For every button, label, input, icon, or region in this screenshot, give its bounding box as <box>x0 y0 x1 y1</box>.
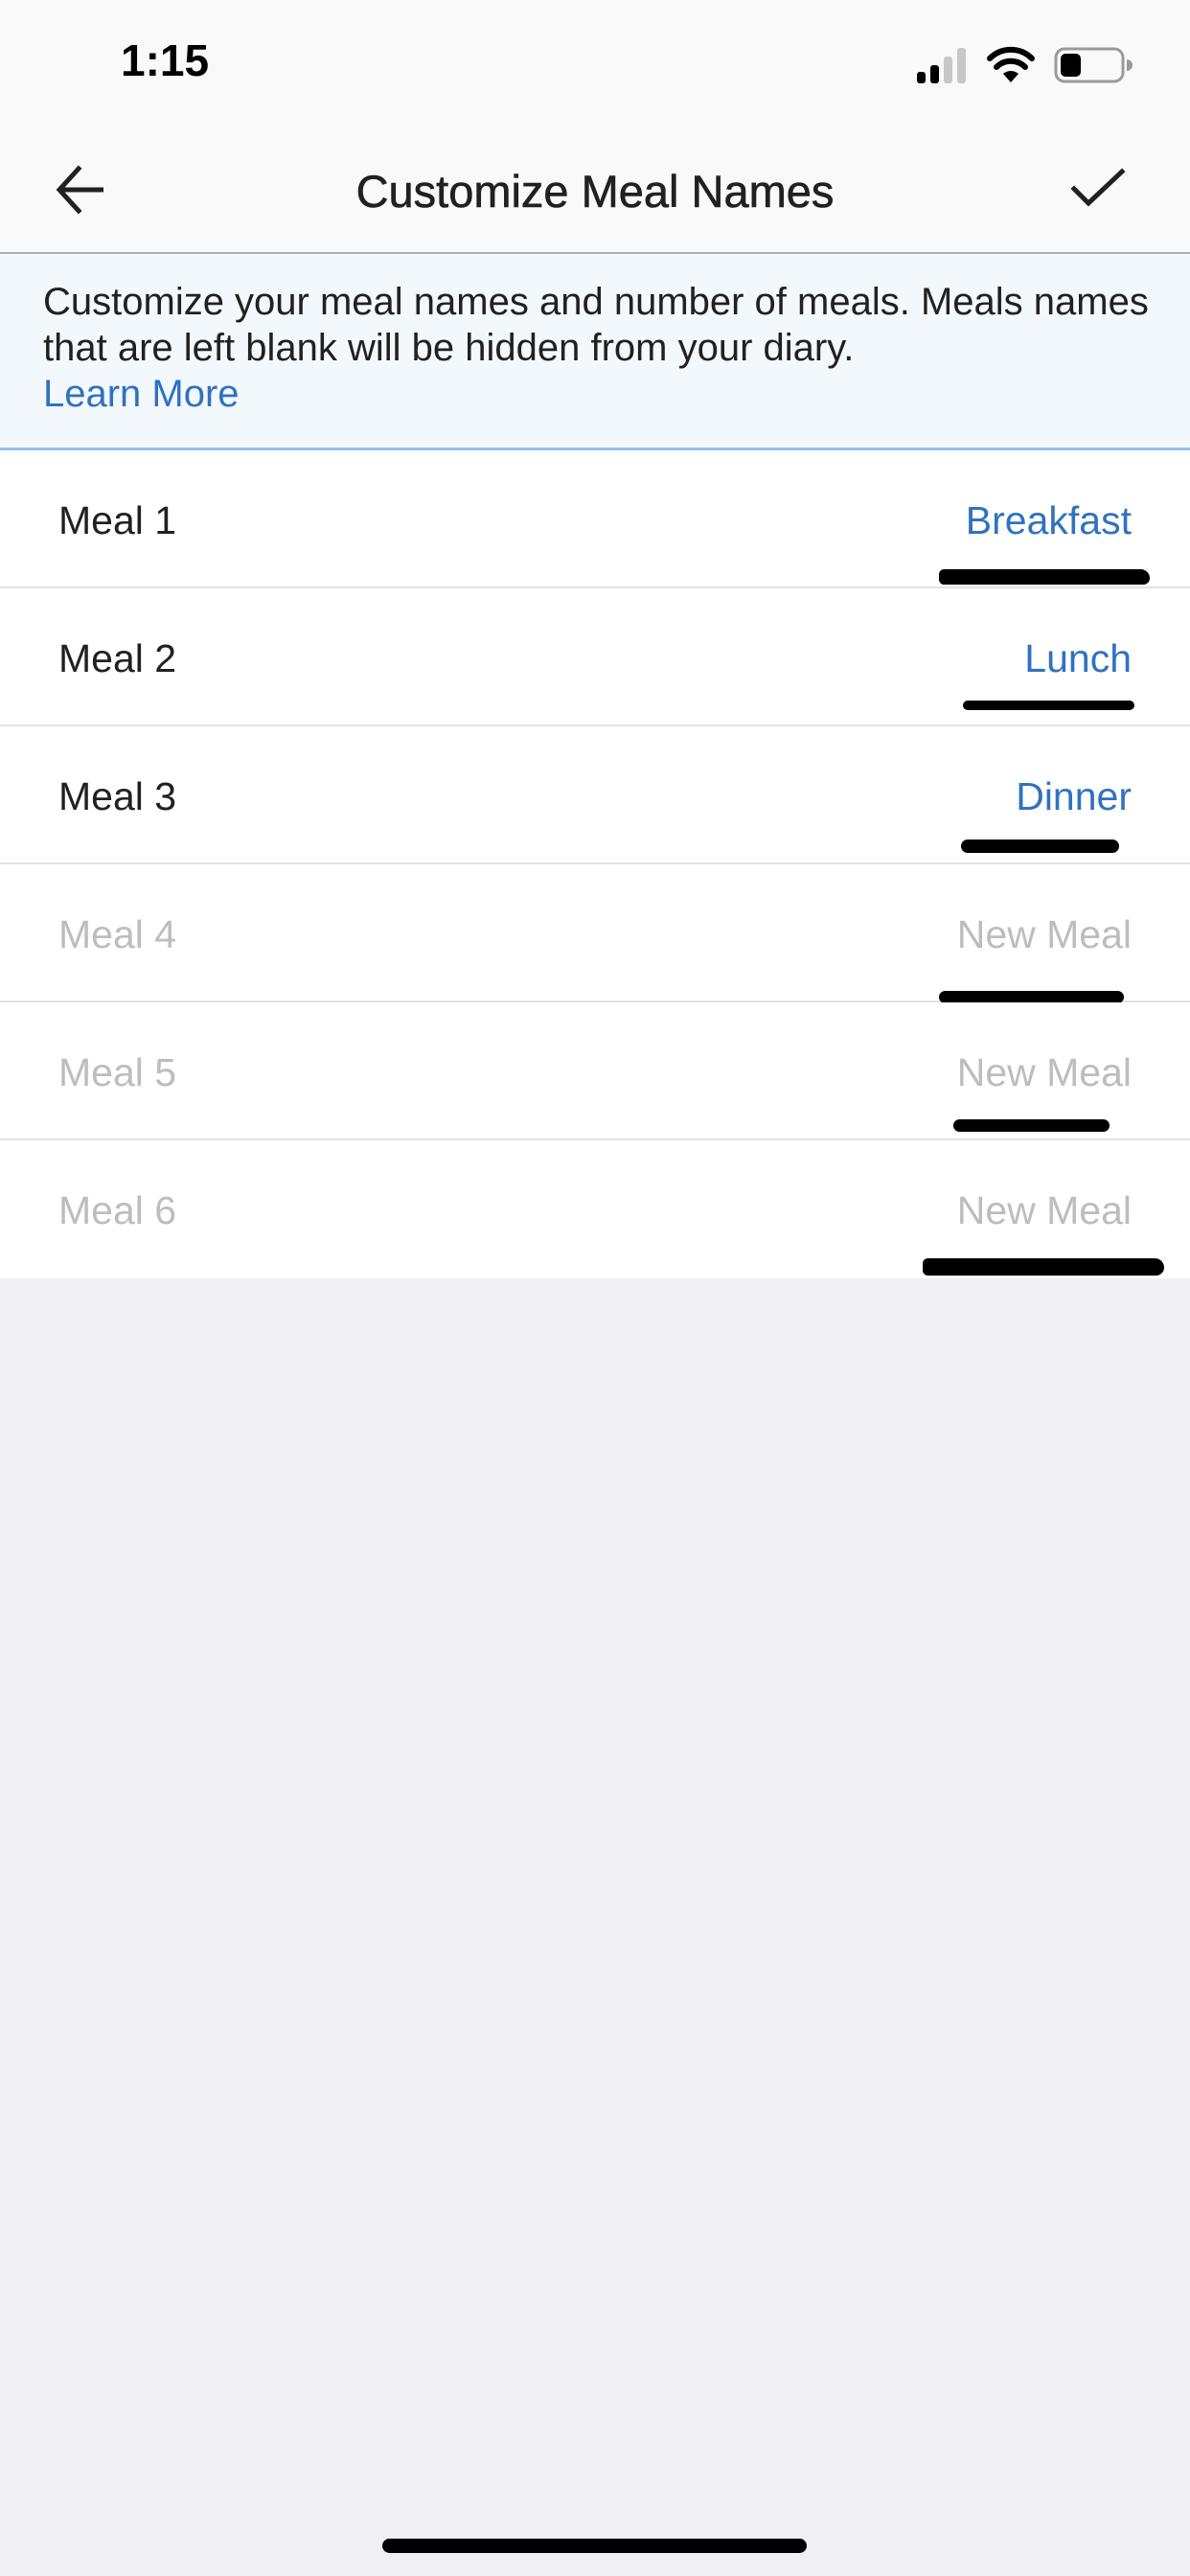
cellular-signal-icon <box>917 48 966 83</box>
status-time: 1:15 <box>121 35 210 85</box>
redaction-mark <box>961 840 1119 853</box>
info-banner: Customize your meal names and number of … <box>0 254 1190 450</box>
wifi-icon <box>987 46 1035 82</box>
checkmark-icon <box>1070 168 1126 207</box>
meal-name-input[interactable] <box>729 498 1132 543</box>
meal-name-input[interactable] <box>729 912 1132 957</box>
redaction-mark <box>923 1258 1164 1276</box>
status-bar: 1:15 <box>0 0 1190 126</box>
redaction-mark <box>963 701 1134 710</box>
meal-name-input[interactable] <box>729 1188 1132 1233</box>
meal-row-6[interactable]: Meal 6 <box>0 1140 1190 1278</box>
meal-row-5[interactable]: Meal 5 <box>0 1002 1190 1140</box>
nav-bar: Customize Meal Names <box>0 126 1190 254</box>
redaction-mark <box>953 1119 1110 1132</box>
meal-row-3[interactable]: Meal 3 <box>0 726 1190 864</box>
meal-label: Meal 3 <box>58 774 177 818</box>
save-button[interactable] <box>1060 153 1136 226</box>
redaction-mark <box>939 569 1150 585</box>
meal-name-input[interactable] <box>729 1050 1132 1095</box>
home-indicator <box>382 2539 807 2553</box>
meal-row-4[interactable]: Meal 4 <box>0 864 1190 1003</box>
info-text: Customize your meal names and number of … <box>43 281 1149 369</box>
meal-list: Meal 1 Meal 2 Meal 3 Meal 4 Meal 5 Meal … <box>0 450 1190 1278</box>
meal-name-input[interactable] <box>729 774 1132 819</box>
page-title: Customize Meal Names <box>355 166 835 218</box>
battery-icon <box>1054 47 1133 83</box>
meal-name-input[interactable] <box>729 636 1132 681</box>
meal-label: Meal 1 <box>58 498 177 542</box>
meal-label: Meal 2 <box>58 636 177 680</box>
learn-more-link[interactable]: Learn More <box>43 371 240 417</box>
meal-row-1[interactable]: Meal 1 <box>0 450 1190 588</box>
meal-label: Meal 6 <box>58 1188 177 1232</box>
meal-label: Meal 5 <box>58 1050 177 1094</box>
meal-label: Meal 4 <box>58 912 177 956</box>
status-icons <box>915 46 1140 84</box>
meal-row-2[interactable]: Meal 2 <box>0 588 1190 726</box>
